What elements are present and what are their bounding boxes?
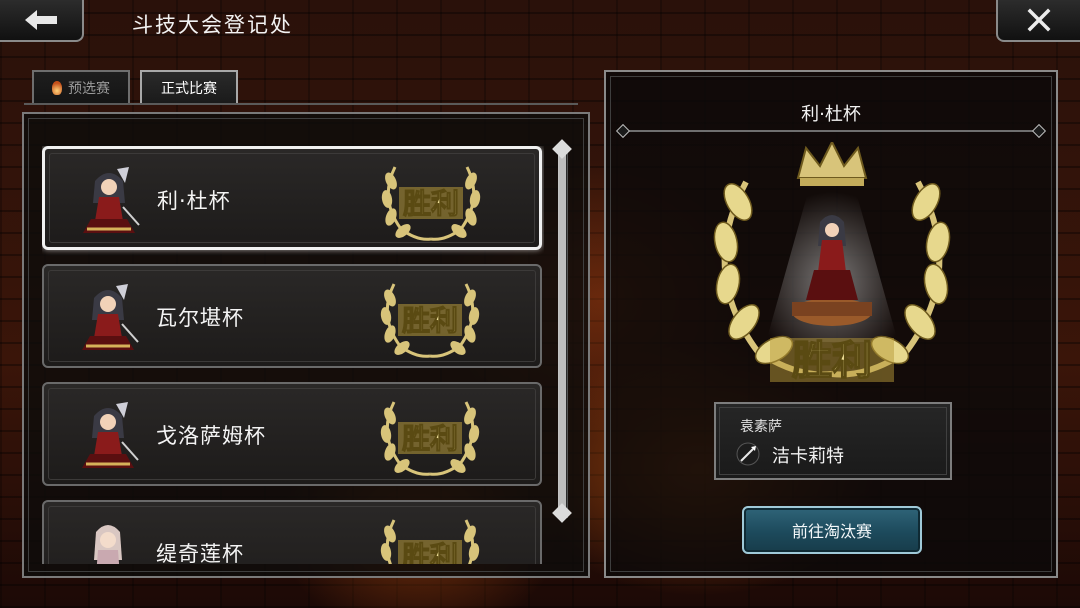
spear-icon bbox=[736, 442, 760, 466]
character-avatar bbox=[83, 167, 140, 233]
victory-badge-icon: 胜利 bbox=[381, 166, 481, 241]
go-to-elimination-button[interactable]: 前往淘汰赛 bbox=[742, 506, 922, 554]
victory-badge-icon: 胜利 bbox=[380, 401, 480, 476]
trophy-laurel-icon: 胜利 bbox=[713, 142, 951, 382]
tab-underline bbox=[24, 103, 578, 105]
character-avatar bbox=[94, 525, 122, 564]
cup-name: 缇奇莲杯 bbox=[156, 542, 244, 564]
scrollbar-thumb[interactable] bbox=[558, 148, 566, 518]
cup-detail-panel: 利·杜杯 胜利 袁素萨 洁卡莉特 前往淘汰赛 bbox=[604, 70, 1058, 578]
job-name: 袁素萨 bbox=[740, 419, 782, 435]
back-button[interactable] bbox=[0, 0, 84, 42]
victory-text: 胜利 bbox=[402, 304, 458, 337]
tab-preliminary[interactable]: 预选赛 bbox=[32, 70, 130, 104]
page-title: 斗技大会登记处 bbox=[132, 13, 293, 37]
cup-list[interactable]: 利·杜杯 胜利 瓦尔堪杯 胜利 戈洛萨姆杯 胜利 缇奇莲杯 胜利 bbox=[42, 146, 544, 564]
back-arrow-icon bbox=[25, 10, 57, 30]
go-to-elimination-label: 前往淘汰赛 bbox=[791, 522, 872, 541]
victory-text: 胜利 bbox=[403, 187, 459, 220]
character-avatar bbox=[82, 402, 139, 468]
tab-main-tournament[interactable]: 正式比赛 bbox=[140, 70, 238, 104]
cup-row-valkan[interactable]: 瓦尔堪杯 胜利 bbox=[42, 264, 542, 368]
close-icon bbox=[1027, 8, 1051, 32]
victory-badge-icon: 胜利 bbox=[380, 283, 480, 358]
cup-row-li-du[interactable]: 利·杜杯 胜利 bbox=[42, 146, 542, 250]
victory-text: 胜利 bbox=[402, 540, 458, 564]
scroll-up-cap bbox=[552, 139, 572, 159]
character-avatar bbox=[82, 284, 139, 350]
cup-name: 戈洛萨姆杯 bbox=[156, 424, 266, 448]
crown-icon bbox=[796, 142, 868, 186]
tab-preliminary-label: 预选赛 bbox=[68, 81, 110, 97]
cup-name: 利·杜杯 bbox=[157, 189, 231, 213]
victory-text: 胜利 bbox=[402, 422, 458, 455]
victory-badge-icon: 胜利 bbox=[380, 519, 480, 564]
trophy-victory-text: 胜利 bbox=[792, 338, 872, 382]
tab-main-tournament-label: 正式比赛 bbox=[161, 81, 217, 97]
flame-icon bbox=[52, 81, 62, 95]
title-divider bbox=[615, 123, 1047, 139]
cup-row-tikilian[interactable]: 缇奇莲杯 胜利 bbox=[42, 500, 542, 564]
cup-list-panel: 利·杜杯 胜利 瓦尔堪杯 胜利 戈洛萨姆杯 胜利 缇奇莲杯 胜利 bbox=[22, 112, 590, 578]
detail-title: 利·杜杯 bbox=[801, 104, 861, 125]
cup-name: 瓦尔堪杯 bbox=[156, 306, 244, 330]
character-name: 洁卡莉特 bbox=[772, 446, 844, 467]
scroll-down-cap bbox=[552, 503, 572, 523]
cup-row-golosam[interactable]: 戈洛萨姆杯 胜利 bbox=[42, 382, 542, 486]
champion-info-box: 袁素萨 洁卡莉特 bbox=[714, 402, 952, 480]
close-button[interactable] bbox=[996, 0, 1080, 42]
